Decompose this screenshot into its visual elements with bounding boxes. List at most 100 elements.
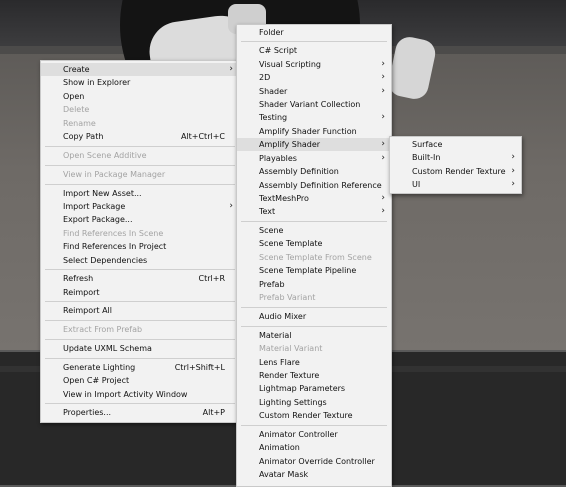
menu-item-create[interactable]: Create › — [41, 63, 239, 76]
menu-item-import-new-asset[interactable]: Import New Asset... — [41, 187, 239, 200]
menu-item-reimport-all[interactable]: Reimport All — [41, 304, 239, 317]
menu-item-label: Open — [63, 92, 85, 101]
menu-item-view-in-package-manager: View in Package Manager — [41, 168, 239, 181]
menu-item-label: Export Package... — [63, 215, 133, 224]
menu-item-label: Built-In — [412, 153, 441, 162]
menu-item-label: Lens Flare — [259, 358, 300, 367]
menu-item-animator-override-controller[interactable]: Animator Override Controller — [237, 455, 391, 468]
menu-item-label: Shader Variant Collection — [259, 100, 361, 109]
menu-item-properties[interactable]: Properties... Alt+P — [41, 406, 239, 419]
menu-item-amplify-shader[interactable]: Amplify Shader › — [237, 138, 391, 151]
menu-item-avatar-mask[interactable]: Avatar Mask — [237, 468, 391, 481]
menu-item-label: Prefab Variant — [259, 293, 316, 302]
menu-item-custom-render-texture[interactable]: Custom Render Texture › — [390, 165, 521, 178]
menu-item-label: Prefab — [259, 280, 285, 289]
menu-item-scene-template-from-scene: Scene Template From Scene — [237, 251, 391, 264]
menu-item-update-uxml-schema[interactable]: Update UXML Schema — [41, 342, 239, 355]
menu-item-label: Generate Lighting — [63, 363, 136, 372]
menu-item-label: Scene Template Pipeline — [259, 266, 357, 275]
menu-item-built-in[interactable]: Built-In › — [390, 151, 521, 164]
chevron-right-icon: › — [511, 179, 515, 189]
menu-item-2d[interactable]: 2D › — [237, 71, 391, 84]
menu-item-text[interactable]: Text › — [237, 205, 391, 218]
menu-item-label: Surface — [412, 140, 443, 149]
menu-item-label: Shader — [259, 87, 288, 96]
menu-item-label: Testing — [259, 113, 288, 122]
menu-item-label: Properties... — [63, 408, 112, 417]
menu-item-surface[interactable]: Surface — [390, 138, 521, 151]
chevron-right-icon: › — [229, 64, 233, 74]
menu-item-label: Scene Template From Scene — [259, 253, 372, 262]
menu-item-export-package[interactable]: Export Package... — [41, 213, 239, 226]
menu-item-custom-render-texture[interactable]: Custom Render Texture — [237, 409, 391, 422]
menu-item-label: Animator Controller — [259, 430, 338, 439]
create-submenu: Folder C# Script Visual Scripting › 2D › S… — [236, 24, 392, 487]
menu-item-find-references-in-project[interactable]: Find References In Project — [41, 240, 239, 253]
chevron-right-icon: › — [381, 153, 385, 163]
menu-item-open-csharp-project[interactable]: Open C# Project — [41, 374, 239, 387]
menu-item-label: Visual Scripting — [259, 60, 321, 69]
menu-item-shortcut: Ctrl+R — [198, 274, 226, 283]
menu-item-label: Lighting Settings — [259, 398, 327, 407]
menu-item-visual-scripting[interactable]: Visual Scripting › — [237, 58, 391, 71]
menu-item-label: 2D — [259, 73, 271, 82]
amplify-shader-submenu: Surface Built-In › Custom Render Texture ›… — [389, 136, 522, 194]
menu-item-label: Scene Template — [259, 239, 323, 248]
chevron-right-icon: › — [229, 201, 233, 211]
menu-item-lightmap-parameters[interactable]: Lightmap Parameters — [237, 382, 391, 395]
menu-item-testing[interactable]: Testing › — [237, 111, 391, 124]
menu-item-label: TextMeshPro — [259, 194, 309, 203]
menu-item-label: Copy Path — [63, 132, 104, 141]
menu-item-find-references-in-scene: Find References In Scene — [41, 227, 239, 240]
menu-item-label: Assembly Definition Reference — [259, 181, 382, 190]
menu-item-scene[interactable]: Scene — [237, 224, 391, 237]
menu-item-scene-template[interactable]: Scene Template — [237, 237, 391, 250]
menu-separator — [45, 165, 235, 166]
menu-item-label: C# Script — [259, 46, 298, 55]
menu-item-ui[interactable]: UI › — [390, 178, 521, 191]
menu-item-generate-lighting[interactable]: Generate Lighting Ctrl+Shift+L — [41, 361, 239, 374]
menu-item-label: Open C# Project — [63, 376, 130, 385]
menu-item-lighting-settings[interactable]: Lighting Settings — [237, 396, 391, 409]
menu-item-extract-from-prefab: Extract From Prefab — [41, 323, 239, 336]
chevron-right-icon: › — [381, 193, 385, 203]
menu-item-select-dependencies[interactable]: Select Dependencies — [41, 254, 239, 267]
menu-item-animator-controller[interactable]: Animator Controller — [237, 428, 391, 441]
menu-item-audio-mixer[interactable]: Audio Mixer — [237, 310, 391, 323]
menu-item-label: View in Import Activity Window — [63, 390, 188, 399]
menu-item-material[interactable]: Material — [237, 329, 391, 342]
menu-item-playables[interactable]: Playables › — [237, 152, 391, 165]
menu-item-label: UI — [412, 180, 421, 189]
menu-item-label: Refresh — [63, 274, 94, 283]
menu-item-prefab[interactable]: Prefab — [237, 278, 391, 291]
menu-item-refresh[interactable]: Refresh Ctrl+R — [41, 272, 239, 285]
menu-item-label: Create — [63, 65, 90, 74]
menu-item-material-variant: Material Variant — [237, 342, 391, 355]
menu-item-copy-path[interactable]: Copy Path Alt+Ctrl+C — [41, 130, 239, 143]
menu-item-scene-template-pipeline[interactable]: Scene Template Pipeline — [237, 264, 391, 277]
menu-item-label: Reimport — [63, 288, 100, 297]
menu-item-assembly-definition-reference[interactable]: Assembly Definition Reference — [237, 179, 391, 192]
menu-item-textmeshpro[interactable]: TextMeshPro › — [237, 192, 391, 205]
menu-item-view-in-import-activity-window[interactable]: View in Import Activity Window — [41, 388, 239, 401]
menu-item-label: Amplify Shader Function — [259, 127, 357, 136]
menu-item-lens-flare[interactable]: Lens Flare — [237, 356, 391, 369]
menu-separator — [45, 269, 235, 270]
menu-item-render-texture[interactable]: Render Texture — [237, 369, 391, 382]
menu-item-reimport[interactable]: Reimport — [41, 286, 239, 299]
chevron-right-icon: › — [381, 139, 385, 149]
menu-item-csharp-script[interactable]: C# Script — [237, 44, 391, 57]
menu-separator — [241, 425, 387, 426]
menu-item-shader-variant-collection[interactable]: Shader Variant Collection — [237, 98, 391, 111]
menu-item-amplify-shader-function[interactable]: Amplify Shader Function — [237, 125, 391, 138]
menu-separator — [241, 326, 387, 327]
menu-item-label: Material Variant — [259, 344, 323, 353]
menu-separator — [45, 358, 235, 359]
menu-item-open[interactable]: Open — [41, 90, 239, 103]
menu-item-animation[interactable]: Animation — [237, 441, 391, 454]
menu-item-assembly-definition[interactable]: Assembly Definition — [237, 165, 391, 178]
menu-item-show-in-explorer[interactable]: Show in Explorer — [41, 76, 239, 89]
menu-item-folder[interactable]: Folder — [237, 26, 391, 39]
menu-item-import-package[interactable]: Import Package › — [41, 200, 239, 213]
menu-item-shader[interactable]: Shader › — [237, 85, 391, 98]
